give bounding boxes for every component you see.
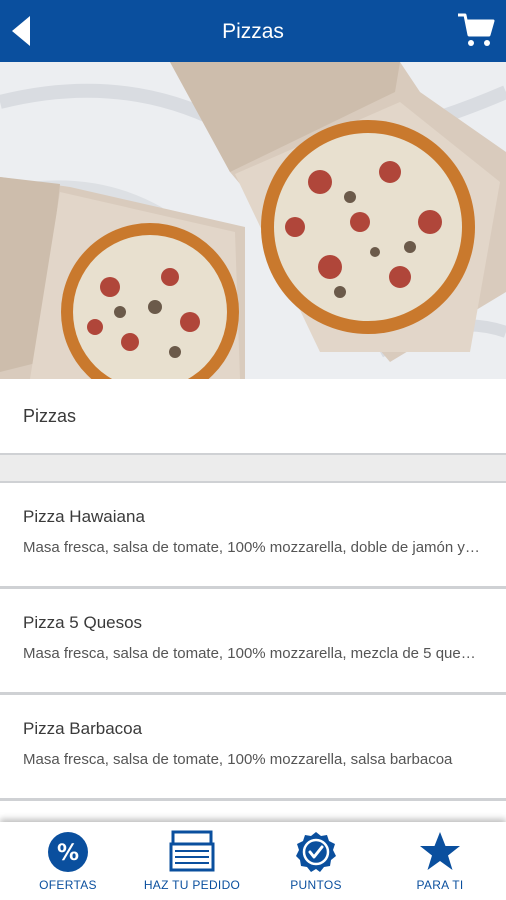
nav-label-para-ti: PARA TI	[416, 878, 464, 892]
product-description: Masa fresca, salsa de tomate, 100% mozza…	[23, 751, 453, 768]
product-list: Pizza Hawaiana Masa fresca, salsa de tom…	[0, 483, 506, 801]
product-name: Pizza Barbacoa	[23, 719, 143, 738]
percent-badge-icon: %	[48, 832, 88, 872]
section-header: Pizzas	[0, 379, 506, 455]
product-description: Masa fresca, salsa de tomate, 100% mozza…	[23, 645, 483, 662]
nav-para-ti[interactable]: PARA TI	[392, 822, 488, 900]
category-hero-image	[0, 62, 506, 379]
nav-label-haz-tu-pedido: HAZ TU PEDIDO	[143, 878, 241, 892]
section-spacer	[0, 455, 506, 483]
list-item-partial	[0, 801, 506, 821]
product-item-5-quesos[interactable]: Pizza 5 Quesos Masa fresca, salsa de tom…	[0, 589, 506, 695]
pizza-box-icon	[169, 830, 215, 872]
product-description: Masa fresca, salsa de tomate, 100% mozza…	[23, 539, 483, 556]
product-name: Pizza 5 Quesos	[23, 613, 143, 632]
star-icon	[420, 832, 460, 870]
svg-text:%: %	[57, 841, 79, 866]
product-item-barbacoa[interactable]: Pizza Barbacoa Masa fresca, salsa de tom…	[0, 695, 506, 801]
bottom-navigation: % OFERTAS HAZ TU PEDIDO PUNTOS PARA TI	[0, 822, 506, 900]
top-app-bar: Pizzas	[0, 0, 506, 62]
page-title: Pizzas	[222, 20, 284, 43]
checkmark-seal-icon	[296, 832, 336, 872]
nav-haz-tu-pedido[interactable]: HAZ TU PEDIDO	[136, 822, 248, 900]
nav-puntos[interactable]: PUNTOS	[270, 822, 362, 900]
section-title: Pizzas	[23, 406, 77, 426]
nav-ofertas[interactable]: % OFERTAS	[20, 822, 116, 900]
product-name: Pizza Hawaiana	[23, 507, 145, 526]
nav-label-puntos: PUNTOS	[290, 878, 342, 892]
nav-label-ofertas: OFERTAS	[39, 878, 97, 892]
cart-button[interactable]	[456, 11, 496, 51]
shopping-cart-icon	[458, 13, 495, 46]
product-item-hawaiana[interactable]: Pizza Hawaiana Masa fresca, salsa de tom…	[0, 483, 506, 589]
